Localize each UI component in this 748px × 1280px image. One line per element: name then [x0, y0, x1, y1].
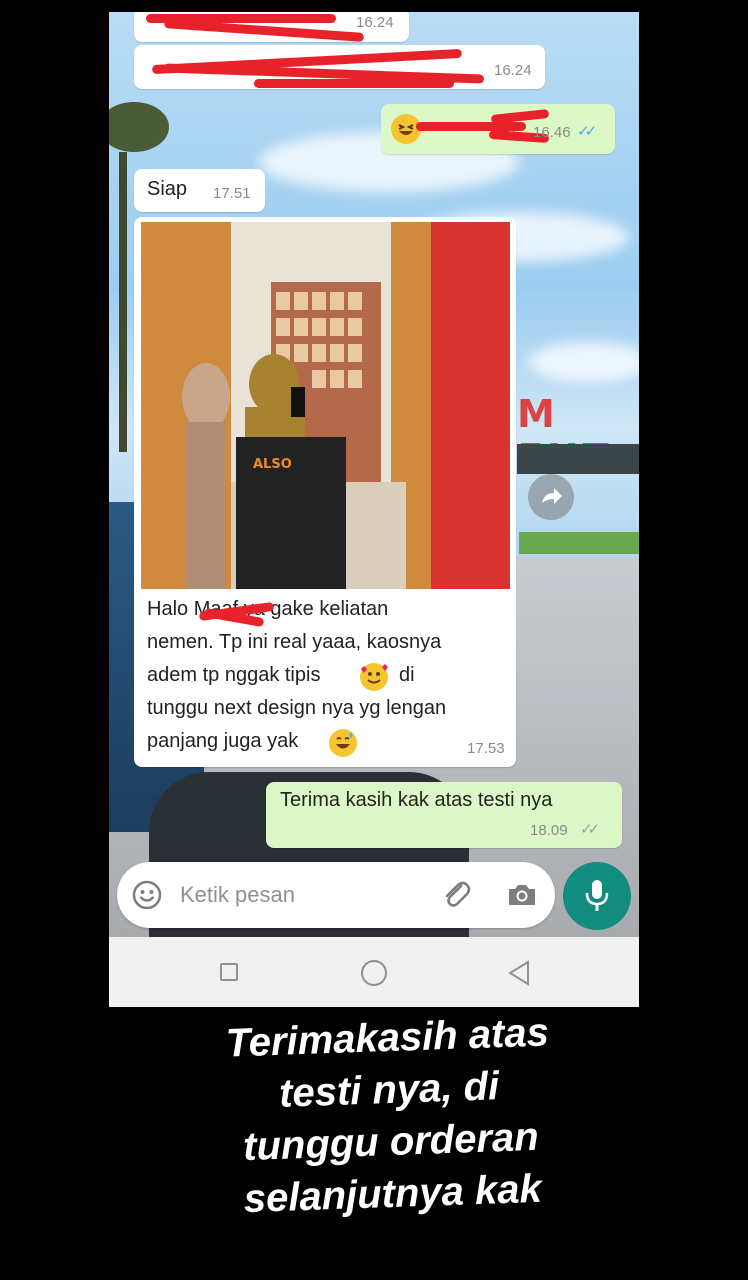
microphone-button[interactable] [563, 862, 631, 930]
smiling-hearts-icon [360, 663, 388, 691]
circle-icon[interactable] [361, 960, 387, 986]
message-incoming-image[interactable]: ALSO Halo Maaf ya gake keliatan nemen. T… [134, 217, 516, 767]
story-caption: Terimakasih atas testi nya, di tunggu or… [176, 1005, 603, 1228]
paperclip-icon[interactable] [439, 877, 473, 911]
message-outgoing-redacted[interactable]: re 16.46 ✓✓ [381, 104, 615, 154]
message-input-bar: Ketik pesan [117, 862, 555, 928]
message-incoming-redacted[interactable]: 16.24 [134, 45, 545, 89]
message-text: Terima kasih kak atas testi nya [280, 789, 553, 811]
smiley-icon[interactable] [131, 879, 163, 911]
delivered-ticks-icon: ✓✓ [580, 821, 600, 838]
photo-thumbnail[interactable]: ALSO [141, 222, 510, 589]
message-incoming-redacted[interactable]: 16.24 [134, 12, 409, 42]
system-navbar [109, 937, 639, 1007]
caption-line: di [399, 664, 415, 686]
message-outgoing[interactable]: Terima kasih kak atas testi nya 18.09 ✓✓ [266, 782, 622, 848]
caption-line: tunggu next design nya yg lengan [147, 697, 447, 719]
back-triangle-icon[interactable] [507, 960, 531, 986]
caption-line: adem tp nggak tipis [147, 664, 321, 686]
landmark-sign: M ƎHT [517, 392, 639, 480]
forward-button[interactable] [528, 474, 574, 520]
message-time: 16.24 [494, 62, 532, 79]
microphone-icon [585, 880, 609, 911]
message-time: 16.24 [356, 14, 394, 31]
read-ticks-icon: ✓✓ [577, 123, 597, 140]
camera-icon[interactable] [505, 878, 539, 912]
message-input[interactable]: Ketik pesan [180, 882, 295, 908]
message-time: 17.51 [213, 185, 251, 202]
forward-icon [542, 488, 562, 504]
square-icon[interactable] [220, 963, 238, 981]
caption-line: panjang juga yak [147, 730, 299, 752]
message-time: 18.09 [530, 822, 568, 839]
shirt-print: ALSO [253, 457, 292, 472]
grinning-sweat-icon [329, 729, 357, 757]
caption-line: nemen. Tp ini real yaaa, kaosnya [147, 631, 442, 653]
message-time: 16.46 [533, 124, 571, 141]
message-incoming[interactable]: Siap 17.51 [134, 169, 265, 212]
message-time: 17.53 [467, 740, 505, 757]
message-text: Siap [147, 178, 188, 200]
phone-screen: M ƎHT 16.24 16.24 re 16.46 ✓✓ [109, 12, 639, 1007]
